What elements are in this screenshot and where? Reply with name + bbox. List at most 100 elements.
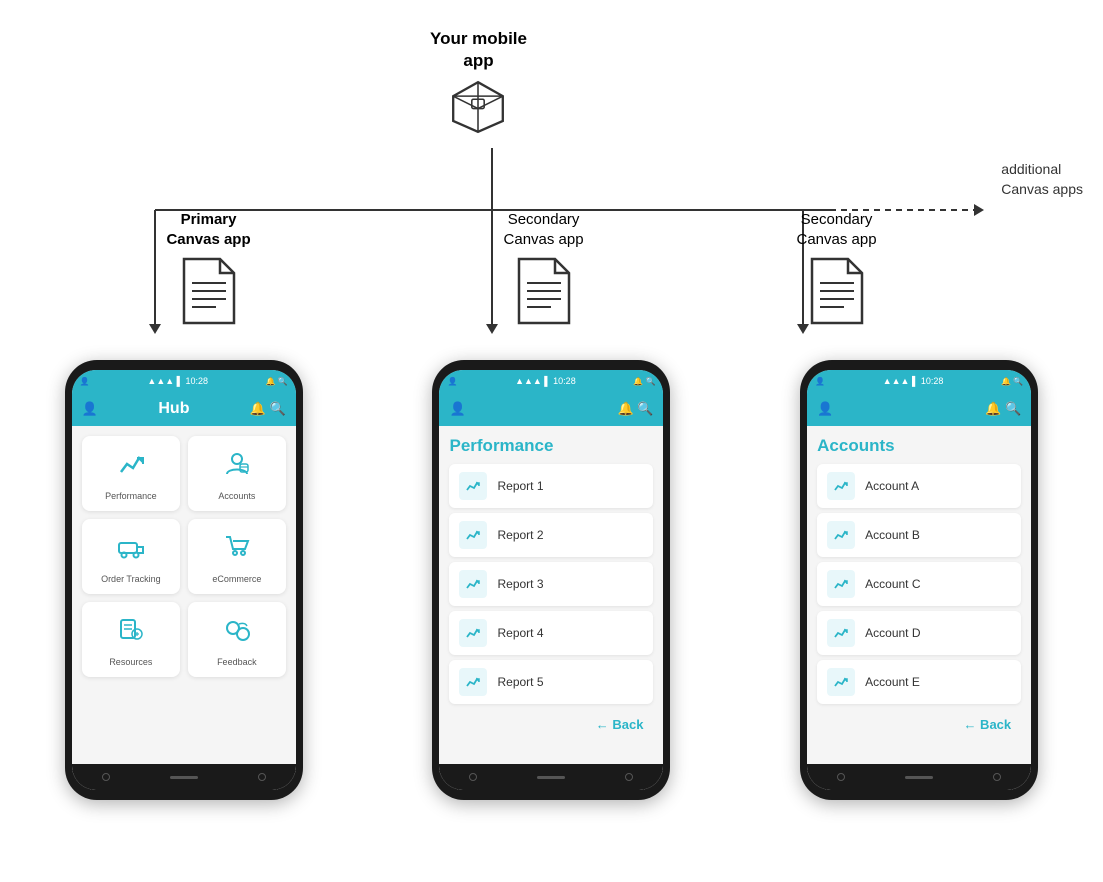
report5-text: Report 5 (497, 675, 543, 689)
report4-icon (459, 619, 487, 647)
phone3-back-button[interactable]: ← Back (817, 709, 1021, 732)
hub-tile-accounts-label: Accounts (218, 491, 255, 501)
hub-tile-ecommerce-label: eCommerce (212, 574, 261, 584)
hub-grid: Performance Accounts Order (72, 426, 296, 687)
performance-title: Performance (449, 436, 653, 456)
primary-label: PrimaryCanvas app (166, 210, 250, 249)
list-item-accountA[interactable]: Account A (817, 464, 1021, 508)
secondary1-canvas-node: SecondaryCanvas app (504, 210, 584, 327)
report5-icon (459, 668, 487, 696)
hub-tile-resources-label: Resources (109, 657, 152, 667)
phone1-home-btn (170, 776, 198, 779)
primary-doc-icon (180, 255, 238, 327)
phone1-nav-left: 👤 (82, 401, 98, 417)
phone1-content: Performance Accounts Order (72, 426, 296, 764)
hub-tile-order-tracking[interactable]: Order Tracking (82, 519, 180, 594)
report4-text: Report 4 (497, 626, 543, 640)
phone2-content: Performance Report 1 Report 2 Report 3 (439, 426, 663, 764)
ecommerce-icon (223, 533, 251, 568)
phone3-user-icon: 👤 (815, 377, 825, 386)
hub-tile-feedback[interactable]: Feedback (188, 602, 286, 677)
phone2-nav-icons: 🔔 🔍 (617, 401, 653, 417)
secondary2-doc-icon (808, 255, 866, 327)
phone3-nav-left: 👤 (817, 401, 833, 417)
phone1-recent-btn (258, 773, 266, 781)
accountC-text: Account C (865, 577, 920, 591)
report3-text: Report 3 (497, 577, 543, 591)
accountA-icon (827, 472, 855, 500)
list-item-report1[interactable]: Report 1 (449, 464, 653, 508)
phone3-recent-btn (993, 773, 1001, 781)
phone1-status-bar: 👤 ▲▲▲ ▌ 10:28 🔔 🔍 (72, 370, 296, 392)
phone3-nav-icons: 🔔 🔍 (985, 401, 1021, 417)
resources-icon (117, 616, 145, 651)
hub-tile-order-tracking-label: Order Tracking (101, 574, 161, 584)
hub-tile-feedback-label: Feedback (217, 657, 257, 667)
phone1-bottom (72, 764, 296, 790)
report2-icon (459, 521, 487, 549)
report2-text: Report 2 (497, 528, 543, 542)
performance-list: Performance Report 1 Report 2 Report 3 (439, 426, 663, 732)
hub-tile-resources[interactable]: Resources (82, 602, 180, 677)
primary-canvas-node: PrimaryCanvas app (166, 210, 250, 327)
report3-icon (459, 570, 487, 598)
list-item-report2[interactable]: Report 2 (449, 513, 653, 557)
accountE-text: Account E (865, 675, 920, 689)
doc-row: PrimaryCanvas app SecondaryCanvas app (0, 210, 1103, 327)
accounts-title: Accounts (817, 436, 1021, 456)
phone3-home-btn (905, 776, 933, 779)
list-item-accountD[interactable]: Account D (817, 611, 1021, 655)
phone1-nav-icons: 🔔 🔍 (250, 401, 286, 417)
list-item-accountB[interactable]: Account B (817, 513, 1021, 557)
performance-icon (117, 450, 145, 485)
accountB-icon (827, 521, 855, 549)
list-item-accountE[interactable]: Account E (817, 660, 1021, 704)
box-icon (447, 76, 509, 138)
accounts-list: Accounts Account A Account B Account C (807, 426, 1031, 732)
report1-text: Report 1 (497, 479, 543, 493)
phone1-icons: 🔔 🔍 (266, 377, 288, 386)
mobile-app-label: Your mobileapp (430, 28, 527, 72)
secondary2-canvas-node: SecondaryCanvas app (796, 210, 876, 327)
phone2-back-btn (469, 773, 477, 781)
secondary2-label: SecondaryCanvas app (796, 210, 876, 249)
phone3-content: Accounts Account A Account B Account C (807, 426, 1031, 764)
phone3-signal: ▲▲▲ ▌ 10:28 (883, 376, 944, 386)
accountD-icon (827, 619, 855, 647)
phone2-back-button[interactable]: ← Back (449, 709, 653, 732)
list-item-accountC[interactable]: Account C (817, 562, 1021, 606)
accountE-icon (827, 668, 855, 696)
mobile-app-node: Your mobileapp (430, 28, 527, 138)
list-item-report3[interactable]: Report 3 (449, 562, 653, 606)
report1-icon (459, 472, 487, 500)
phone1-nav-title: Hub (158, 400, 189, 418)
phone2-nav-left: 👤 (449, 401, 465, 417)
hub-tile-performance[interactable]: Performance (82, 436, 180, 511)
hub-tile-ecommerce[interactable]: eCommerce (188, 519, 286, 594)
phone2-user-icon: 👤 (447, 377, 457, 386)
phone2-icons: 🔔 🔍 (633, 377, 655, 386)
phone1-user-icon: 👤 (80, 377, 90, 386)
list-item-report4[interactable]: Report 4 (449, 611, 653, 655)
phone-performance: 👤 ▲▲▲ ▌ 10:28 🔔 🔍 👤 🔔 🔍 Performance Repo… (432, 360, 670, 800)
phone1-signal: ▲▲▲ ▌ 10:28 (147, 376, 208, 386)
phone1-nav: 👤 Hub 🔔 🔍 (72, 392, 296, 426)
hub-tile-accounts[interactable]: Accounts (188, 436, 286, 511)
phones-row: 👤 ▲▲▲ ▌ 10:28 🔔 🔍 👤 Hub 🔔 🔍 (0, 360, 1103, 800)
phone2-signal: ▲▲▲ ▌ 10:28 (515, 376, 576, 386)
secondary1-doc-icon (515, 255, 573, 327)
secondary1-label: SecondaryCanvas app (504, 210, 584, 249)
list-item-report5[interactable]: Report 5 (449, 660, 653, 704)
phone3-back-btn (837, 773, 845, 781)
phone2-status-bar: 👤 ▲▲▲ ▌ 10:28 🔔 🔍 (439, 370, 663, 392)
phone-hub: 👤 ▲▲▲ ▌ 10:28 🔔 🔍 👤 Hub 🔔 🔍 (65, 360, 303, 800)
phone-accounts: 👤 ▲▲▲ ▌ 10:28 🔔 🔍 👤 🔔 🔍 Accounts Account… (800, 360, 1038, 800)
accounts-icon (223, 450, 251, 485)
phone2-recent-btn (625, 773, 633, 781)
accountB-text: Account B (865, 528, 920, 542)
phone3-icons: 🔔 🔍 (1001, 377, 1023, 386)
hub-tile-performance-label: Performance (105, 491, 157, 501)
additional-label: additionalCanvas apps (1001, 160, 1083, 199)
phone2-nav: 👤 🔔 🔍 (439, 392, 663, 426)
phone3-status-bar: 👤 ▲▲▲ ▌ 10:28 🔔 🔍 (807, 370, 1031, 392)
